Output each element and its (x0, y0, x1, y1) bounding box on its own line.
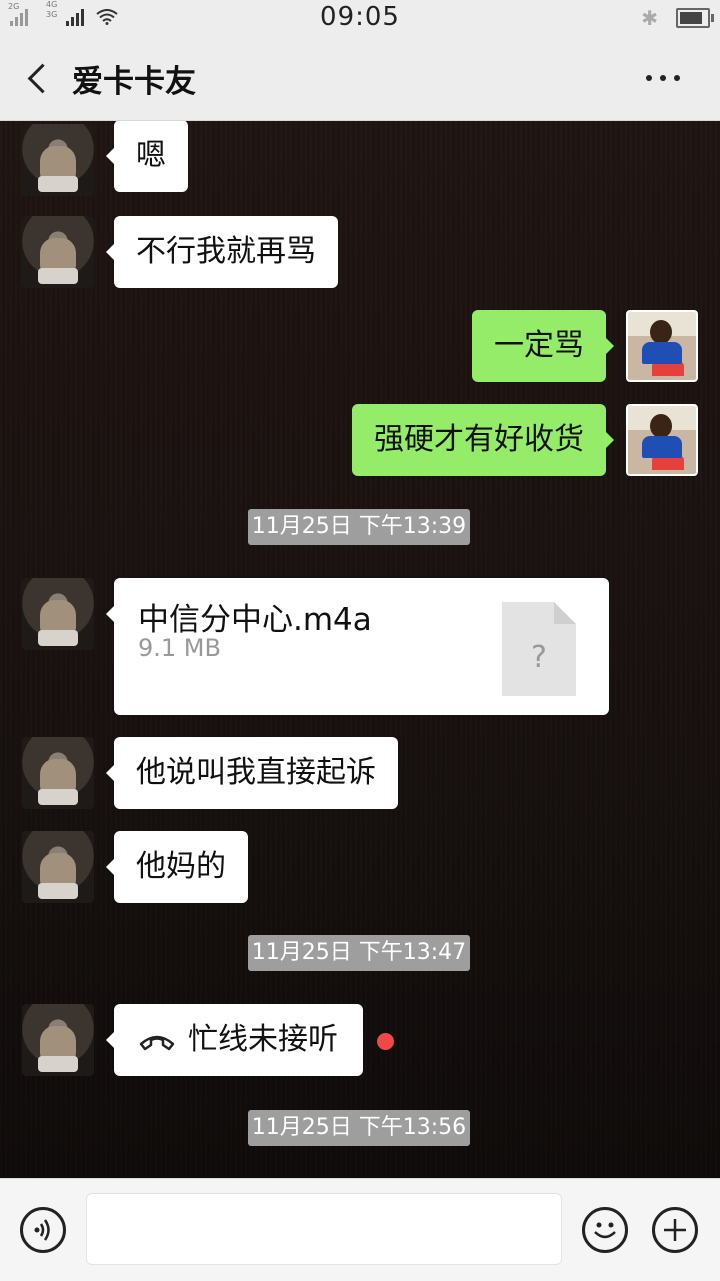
plus-icon (664, 1219, 686, 1241)
more-dot (660, 75, 666, 81)
phone-hangup-icon (139, 1035, 175, 1051)
voice-button[interactable] (20, 1207, 66, 1253)
unknown-file-icon: ? (502, 602, 576, 696)
missed-call-text: 忙线未接听 (188, 1022, 338, 1057)
more-button[interactable] (646, 66, 690, 90)
message-bubble-incoming[interactable]: 不行我就再骂 (106, 216, 338, 288)
message-bubble-outgoing[interactable]: 强硬才有好收货 (352, 404, 614, 476)
nav-bar: 爱卡卡友 (0, 36, 720, 121)
avatar-contact[interactable] (22, 831, 94, 903)
emoji-button[interactable] (582, 1207, 628, 1253)
message-bubble-incoming[interactable]: 嗯 (106, 121, 188, 192)
back-button[interactable] (22, 58, 58, 98)
message-input[interactable] (86, 1193, 562, 1265)
message-bubble-incoming[interactable]: 他说叫我直接起诉 (106, 737, 398, 809)
input-bar (0, 1178, 720, 1281)
avatar-self[interactable] (626, 404, 698, 476)
timestamp-label: 11月25日 下午13:47 (248, 935, 470, 971)
file-size: 9.1 MB (138, 634, 221, 662)
timestamp-label: 11月25日 下午13:56 (248, 1110, 470, 1146)
message-bubble-incoming[interactable]: 他妈的 (106, 831, 248, 903)
file-name: 中信分中心.m4a (138, 602, 372, 638)
avatar-contact[interactable] (22, 737, 94, 809)
voice-icon (34, 1219, 50, 1241)
file-message-bubble[interactable]: 中信分中心.m4a 9.1 MB ? (106, 578, 609, 715)
missed-call-bubble[interactable]: 忙线未接听 (106, 1004, 363, 1076)
file-icon-glyph: ? (531, 640, 547, 675)
avatar-contact[interactable] (22, 1004, 94, 1076)
timestamp-label: 11月25日 下午13:39 (248, 509, 470, 545)
chat-area[interactable]: 嗯 不行我就再骂 一定骂 强硬才有好收货 11月25日 下午13:39 中信分中… (0, 121, 720, 1178)
plus-button[interactable] (652, 1207, 698, 1253)
status-time: 09:05 (320, 2, 400, 32)
avatar-contact[interactable] (22, 216, 94, 288)
more-dots-icon (646, 75, 652, 81)
status-right: ✱ (641, 6, 714, 30)
avatar-self[interactable] (626, 310, 698, 382)
avatar-contact[interactable] (22, 124, 94, 196)
more-dot (674, 75, 680, 81)
bluetooth-icon: ✱ (641, 6, 658, 30)
status-bar: 2G 4G 3G 09:05 ✱ (0, 0, 720, 36)
emoji-icon (594, 1222, 616, 1239)
message-bubble-outgoing[interactable]: 一定骂 (472, 310, 614, 382)
unread-indicator-dot (377, 1033, 394, 1050)
battery-icon (676, 8, 714, 28)
chat-title: 爱卡卡友 (72, 64, 196, 100)
avatar-contact[interactable] (22, 578, 94, 650)
